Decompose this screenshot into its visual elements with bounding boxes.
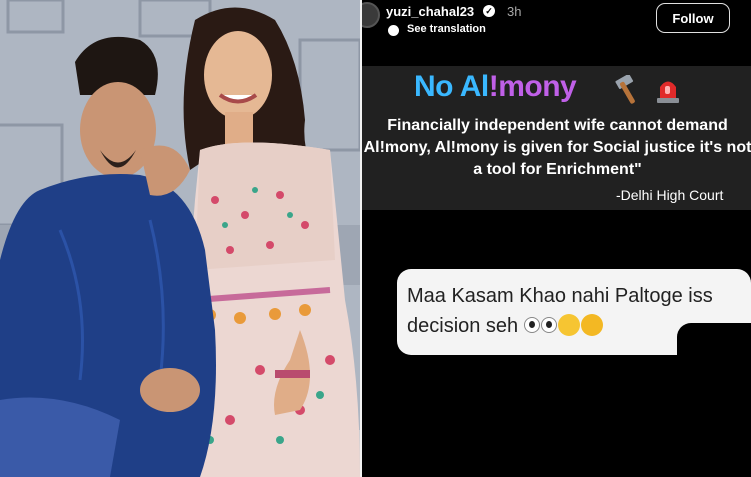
couple-photo-illustration: [0, 0, 360, 477]
user-avatar[interactable]: [362, 2, 380, 28]
joy-emoji-icon: [580, 314, 603, 336]
eyes-emoji-icon: [540, 317, 557, 333]
post-header: yuzi_chahal23 ✓ 3h See translation Follo…: [362, 0, 751, 46]
username[interactable]: yuzi_chahal23: [386, 4, 474, 19]
follow-button[interactable]: Follow: [656, 3, 730, 33]
eyes-emoji-icon: [523, 317, 540, 333]
headline-part-1: No Al: [414, 70, 489, 103]
news-quote: Financially independent wife cannot dema…: [363, 117, 751, 178]
screenshot-collage: yuzi_chahal23 ✓ 3h See translation Follo…: [0, 0, 751, 477]
verified-check-icon: ✓: [483, 5, 495, 17]
hammer-icon: [615, 75, 635, 104]
siren-icon: [657, 81, 679, 103]
translate-icon: [388, 25, 399, 36]
sticker-text: Maa Kasam Khao nahi Paltoge iss decision…: [407, 281, 751, 341]
news-headline: No Al!mony: [414, 70, 577, 104]
couple-photo: [0, 0, 360, 477]
post-time: 3h: [507, 4, 522, 19]
instagram-post-panel: yuzi_chahal23 ✓ 3h See translation Follo…: [362, 0, 751, 477]
news-source: -Delhi High Court: [616, 187, 724, 203]
rofl-emoji-icon: [557, 314, 580, 336]
text-sticker: Maa Kasam Khao nahi Paltoge iss decision…: [397, 269, 751, 363]
headline-part-2: !mony: [488, 70, 577, 103]
see-translation-link[interactable]: See translation: [407, 23, 486, 35]
